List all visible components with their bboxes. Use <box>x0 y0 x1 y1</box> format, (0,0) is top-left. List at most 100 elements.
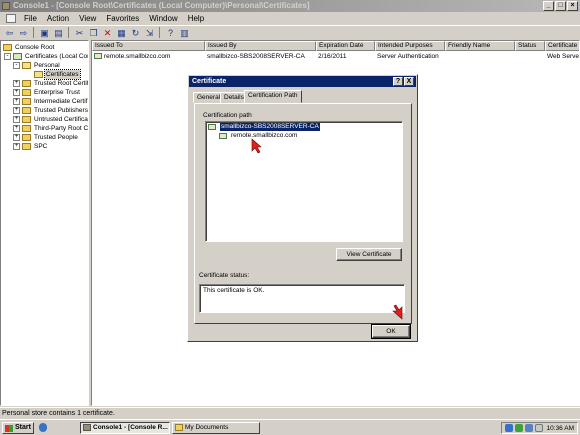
tree-item-certificates[interactable]: Certificates <box>34 69 81 80</box>
tree-item-trusted-publishers[interactable]: + Trusted Publishers <box>13 106 88 115</box>
window-title-bar[interactable]: Console1 - [Console Root\Certificates (L… <box>0 0 580 12</box>
folder-icon <box>22 143 31 150</box>
tree-item-trusted-root[interactable]: + Trusted Root Certif <box>13 79 88 88</box>
toolbar-separator <box>33 27 37 38</box>
menu-action[interactable]: Action <box>42 12 74 25</box>
dialog-help-button[interactable]: ? <box>393 77 403 86</box>
certificate-status-box: This certificate is OK. <box>199 284 405 313</box>
cut-icon[interactable]: ✂ <box>73 27 86 39</box>
taskbar-button-my-documents[interactable]: My Documents <box>172 422 260 434</box>
dialog-close-button[interactable]: X <box>404 77 414 86</box>
expand-toggle[interactable]: + <box>13 143 20 150</box>
view-certificate-button[interactable]: View Certificate <box>336 248 402 261</box>
taskbar-button-console[interactable]: Console1 - [Console R... <box>80 422 170 434</box>
collapse-toggle[interactable]: - <box>4 53 11 60</box>
tree-item-spc[interactable]: + SPC <box>13 142 48 151</box>
column-header-expiration[interactable]: Expiration Date <box>316 41 375 51</box>
cell-issued-to: remote.smallbizco.com <box>92 52 205 61</box>
delete-icon[interactable]: ✕ <box>101 27 114 39</box>
certification-path-tree[interactable]: smallbizco-SBS2008SERVER-CA remote.small… <box>205 121 403 242</box>
refresh-icon[interactable]: ↻ <box>129 27 142 39</box>
menu-window[interactable]: Window <box>144 12 182 25</box>
tray-info-icon[interactable] <box>505 424 513 432</box>
back-icon[interactable]: ⇦ <box>3 27 16 39</box>
expand-toggle[interactable]: + <box>13 80 20 87</box>
tree-item-personal[interactable]: - Personal <box>13 61 61 70</box>
close-button[interactable]: × <box>567 1 578 11</box>
tree-item-third-party-root[interactable]: + Third-Party Root C <box>13 124 88 133</box>
column-header-cert-template[interactable]: Certificate T <box>545 41 579 51</box>
red-arrow-cursor-icon <box>251 138 262 154</box>
maximize-button[interactable]: □ <box>555 1 566 11</box>
expand-toggle[interactable]: + <box>13 89 20 96</box>
menu-help[interactable]: Help <box>183 12 209 25</box>
cell-friendly-name <box>445 52 515 61</box>
column-header-issued-to[interactable]: Issued To <box>92 41 205 51</box>
open-folder-icon <box>34 71 43 78</box>
folder-icon <box>3 44 12 51</box>
column-header-status[interactable]: Status <box>515 41 545 51</box>
console-tree[interactable]: Console Root - Certificates (Local Com -… <box>0 40 89 406</box>
window-title: Console1 - [Console Root\Certificates (L… <box>13 1 310 10</box>
cell-cert-template: Web Server <box>547 53 580 60</box>
forward-icon[interactable]: ⇨ <box>17 27 30 39</box>
expand-toggle[interactable]: + <box>13 98 20 105</box>
certificates-snapin-icon <box>13 53 22 60</box>
minimize-button[interactable]: _ <box>543 1 554 11</box>
ok-button[interactable]: OK <box>371 324 411 339</box>
tree-item-enterprise-trust[interactable]: + Enterprise Trust <box>13 88 81 97</box>
internet-explorer-icon[interactable] <box>39 423 47 432</box>
folder-icon <box>22 89 31 96</box>
taskbar: Start Console1 - [Console R... My Docume… <box>0 419 580 435</box>
expand-toggle[interactable]: + <box>13 134 20 141</box>
tree-item-untrusted[interactable]: + Untrusted Certifica <box>13 115 88 124</box>
cell-expiration: 2/16/2011 <box>318 53 347 60</box>
dialog-title-bar[interactable]: Certificate ? X <box>189 76 416 87</box>
clock[interactable]: 10:36 AM <box>547 425 577 432</box>
expand-toggle[interactable]: + <box>13 107 20 114</box>
toolbar-separator <box>68 27 72 38</box>
folder-icon <box>22 116 31 123</box>
collapse-toggle[interactable]: - <box>13 62 20 69</box>
certificate-icon <box>208 124 216 130</box>
export-list-icon[interactable]: ⇲ <box>143 27 156 39</box>
menu-favorites[interactable]: Favorites <box>101 12 144 25</box>
status-bar: Personal store contains 1 certificate. <box>0 407 580 419</box>
certificate-icon <box>219 133 227 139</box>
show-tree-icon[interactable]: ▤ <box>52 27 65 39</box>
copy-icon[interactable]: ❐ <box>87 27 100 39</box>
column-header-friendly-name[interactable]: Friendly Name <box>445 41 515 51</box>
system-tray: 10:36 AM <box>501 422 578 434</box>
start-button[interactable]: Start <box>2 422 34 434</box>
path-node-root-ca[interactable]: smallbizco-SBS2008SERVER-CA <box>208 123 320 131</box>
tray-volume-icon[interactable] <box>535 424 543 432</box>
folder-icon <box>22 125 31 132</box>
tree-item-console-root[interactable]: Console Root <box>3 43 55 52</box>
expand-toggle[interactable]: + <box>13 125 20 132</box>
menu-view[interactable]: View <box>74 12 101 25</box>
tray-update-icon[interactable] <box>525 424 533 432</box>
tree-item-certificates-local[interactable]: - Certificates (Local Com <box>4 52 88 61</box>
certificate-status-label: Certificate status: <box>199 272 250 279</box>
dialog-title: Certificate <box>192 78 227 85</box>
tree-item-trusted-people[interactable]: + Trusted People <box>13 133 79 142</box>
certificate-icon <box>94 53 102 60</box>
help-icon[interactable]: ? <box>164 27 177 39</box>
tray-network-icon[interactable] <box>515 424 523 432</box>
menu-file[interactable]: File <box>19 12 42 25</box>
properties-icon[interactable]: ▦ <box>115 27 128 39</box>
console-app-icon <box>83 424 91 431</box>
tree-item-intermediate[interactable]: + Intermediate Certif <box>13 97 88 106</box>
expand-toggle[interactable]: + <box>13 116 20 123</box>
up-level-icon[interactable]: ▣ <box>38 27 51 39</box>
console-app-icon <box>2 2 10 10</box>
menu-bar: File Action View Favorites Window Help <box>0 12 580 25</box>
folder-icon <box>22 98 31 105</box>
column-header-purposes[interactable]: Intended Purposes <box>375 41 445 51</box>
folder-icon <box>175 424 183 431</box>
folder-icon <box>22 80 31 87</box>
document-icon[interactable] <box>6 14 16 23</box>
column-header-issued-by[interactable]: Issued By <box>205 41 316 51</box>
tab-certification-path[interactable]: Certification Path <box>244 90 302 103</box>
help-topics-icon[interactable]: ▥ <box>178 27 191 39</box>
